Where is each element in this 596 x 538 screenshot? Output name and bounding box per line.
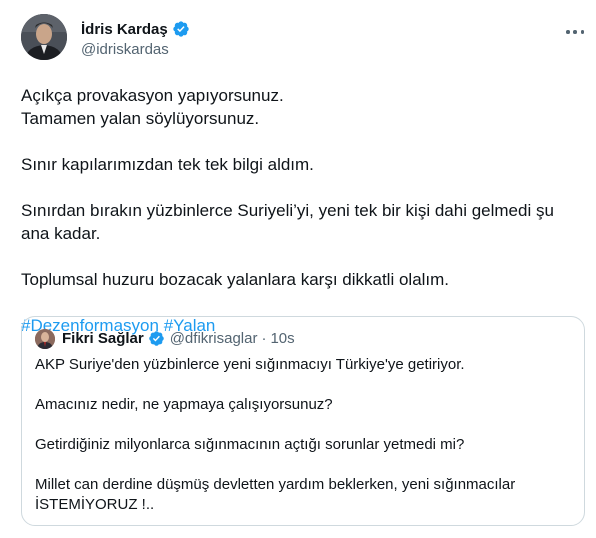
tweet-line: Açıkça provakasyon yapıyorsunuz. xyxy=(21,86,284,105)
tweet-line: Tamamen yalan söylüyorsunuz. xyxy=(21,109,260,128)
verified-badge-icon xyxy=(173,21,189,37)
tweet-line: Sınır kapılarımızdan tek tek bilgi aldım… xyxy=(21,155,314,174)
tweet-line: Sınırdan bırakın yüzbinlerce Suriyeli’yi… xyxy=(21,201,554,243)
quoted-tweet[interactable]: Fikri Sağlar @dfikrisaglar · 10s AKP Sur… xyxy=(21,316,585,526)
tweet-card: İdris Kardaş @idriskardas Açıkça provaka… xyxy=(0,0,596,538)
more-options-icon[interactable] xyxy=(563,24,587,40)
quoted-line: Amacınız nedir, ne yapmaya çalışıyorsunu… xyxy=(35,396,333,413)
quoted-header: Fikri Sağlar @dfikrisaglar · 10s xyxy=(62,330,295,347)
quoted-line: Millet can derdine düşmüş devletten yard… xyxy=(35,476,516,513)
quoted-timestamp: 10s xyxy=(270,330,295,347)
author-display-name[interactable]: İdris Kardaş xyxy=(81,21,168,38)
quoted-line: AKP Suriye'den yüzbinlerce yeni sığınmac… xyxy=(35,356,465,373)
quoted-text: AKP Suriye'den yüzbinlerce yeni sığınmac… xyxy=(35,355,575,515)
quoted-line: Getirdiğiniz milyonlarca sığınmacının aç… xyxy=(35,436,465,453)
author-avatar[interactable] xyxy=(21,14,67,60)
tweet-line: Toplumsal huzuru bozacak yalanlara karşı… xyxy=(21,270,450,289)
verified-badge-icon xyxy=(148,331,164,346)
quoted-separator: · xyxy=(261,330,267,347)
more-dot xyxy=(573,30,577,34)
more-dot xyxy=(580,30,584,34)
more-dot xyxy=(566,30,570,34)
quoted-handle: @dfikrisaglar xyxy=(169,330,258,347)
quoted-author-avatar[interactable] xyxy=(35,329,55,349)
author-name-row: İdris Kardaş xyxy=(81,20,190,38)
avatar-image xyxy=(21,14,67,60)
author-handle[interactable]: @idriskardas xyxy=(81,41,169,58)
quoted-display-name: Fikri Sağlar xyxy=(62,330,144,347)
quoted-avatar-image xyxy=(35,329,55,349)
